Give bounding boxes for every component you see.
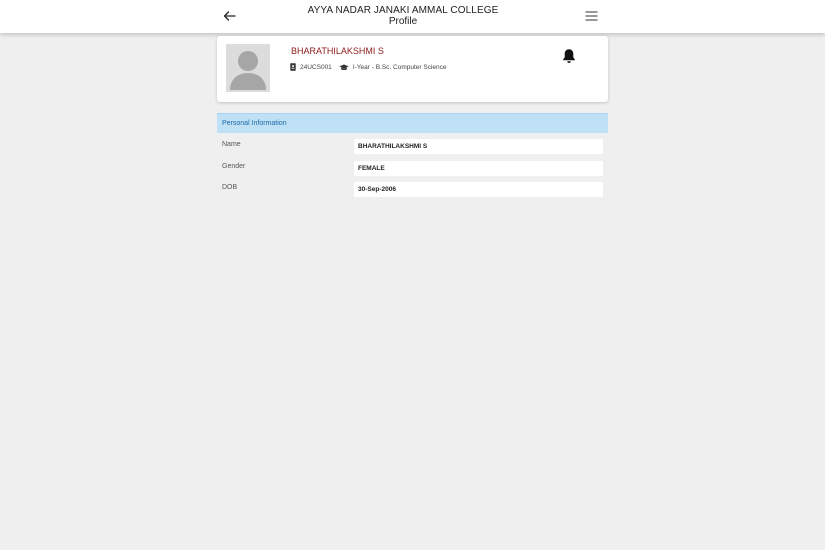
roll-number: 24UCS001 (300, 63, 332, 71)
gender-value: FEMALE (354, 161, 603, 176)
student-name: BHARATHILAKSHMI S (291, 46, 384, 56)
header-title-block: AYYA NADAR JANAKI AMMAL COLLEGE Profile (250, 5, 556, 27)
dob-label: DOB (222, 184, 238, 191)
notifications-button[interactable] (562, 48, 576, 64)
user-avatar-icon (226, 44, 270, 92)
college-name: AYYA NADAR JANAKI AMMAL COLLEGE (307, 5, 499, 16)
hamburger-menu-icon (585, 11, 598, 21)
top-app-bar: AYYA NADAR JANAKI AMMAL COLLEGE Profile (0, 0, 825, 33)
course-name: I-Year - B.Sc. Computer Science (352, 63, 447, 71)
back-button[interactable] (219, 7, 239, 25)
personal-information-header: Personal Information (217, 113, 608, 133)
menu-button[interactable] (585, 8, 603, 22)
name-value: BHARATHILAKSHMI S (354, 139, 603, 154)
page-title: Profile (388, 16, 418, 27)
bell-icon (563, 49, 575, 63)
student-meta: 24UCS001 I-Year - B.Sc. Computer Science (290, 63, 447, 71)
gender-label: Gender (222, 163, 246, 170)
graduation-cap-icon (339, 64, 349, 71)
dob-value: 30-Sep-2006 (354, 182, 603, 197)
id-badge-icon (290, 63, 296, 71)
name-label: Name (222, 141, 241, 148)
profile-card: BHARATHILAKSHMI S 24UCS001 I-Year - B.Sc… (217, 36, 608, 102)
arrow-left-icon (223, 11, 236, 21)
